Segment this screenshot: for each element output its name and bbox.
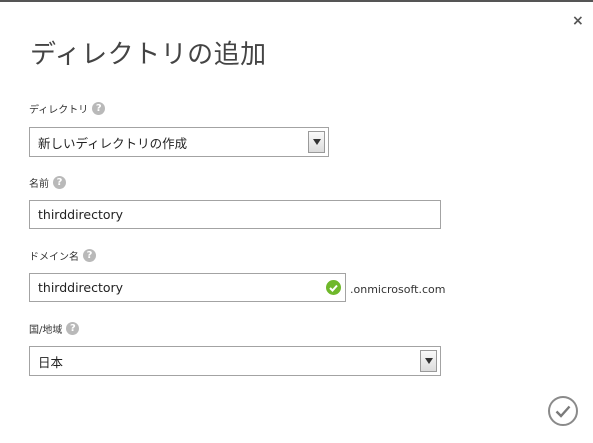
help-icon[interactable]: ? [66,322,80,335]
help-icon[interactable]: ? [83,249,96,262]
directory-select-value: 新しいディレクトリの作成 [38,135,188,151]
region-label: 国/地域 [29,325,63,336]
name-input[interactable]: thirddirectory [29,200,441,229]
checkmark-icon [555,405,571,418]
name-label-row: 名前 ? [29,175,66,190]
domain-input-value: thirddirectory [38,280,124,295]
domain-input[interactable]: thirddirectory [29,273,346,302]
chevron-down-icon[interactable] [308,131,325,153]
directory-select[interactable]: 新しいディレクトリの作成 [29,127,329,157]
name-label: 名前 [29,179,49,190]
help-icon[interactable]: ? [92,102,106,115]
domain-label: ドメイン名 [29,252,79,263]
close-icon[interactable]: × [572,13,584,29]
confirm-button[interactable] [548,396,578,426]
region-select[interactable]: 日本 [29,346,441,376]
chevron-down-icon[interactable] [420,350,437,372]
checkmark-circle-icon [326,280,341,295]
domain-label-row: ドメイン名 ? [29,248,96,263]
dialog-top-border [0,0,593,2]
domain-suffix: .onmicrosoft.com [350,283,446,296]
region-select-value: 日本 [38,354,64,370]
directory-label: ディレクトリ [29,105,89,116]
dialog-title: ディレクトリの追加 [30,40,267,70]
name-input-value: thirddirectory [38,207,124,222]
directory-label-row: ディレクトリ ? [29,101,106,116]
region-label-row: 国/地域 ? [29,321,80,336]
help-icon[interactable]: ? [53,176,66,189]
